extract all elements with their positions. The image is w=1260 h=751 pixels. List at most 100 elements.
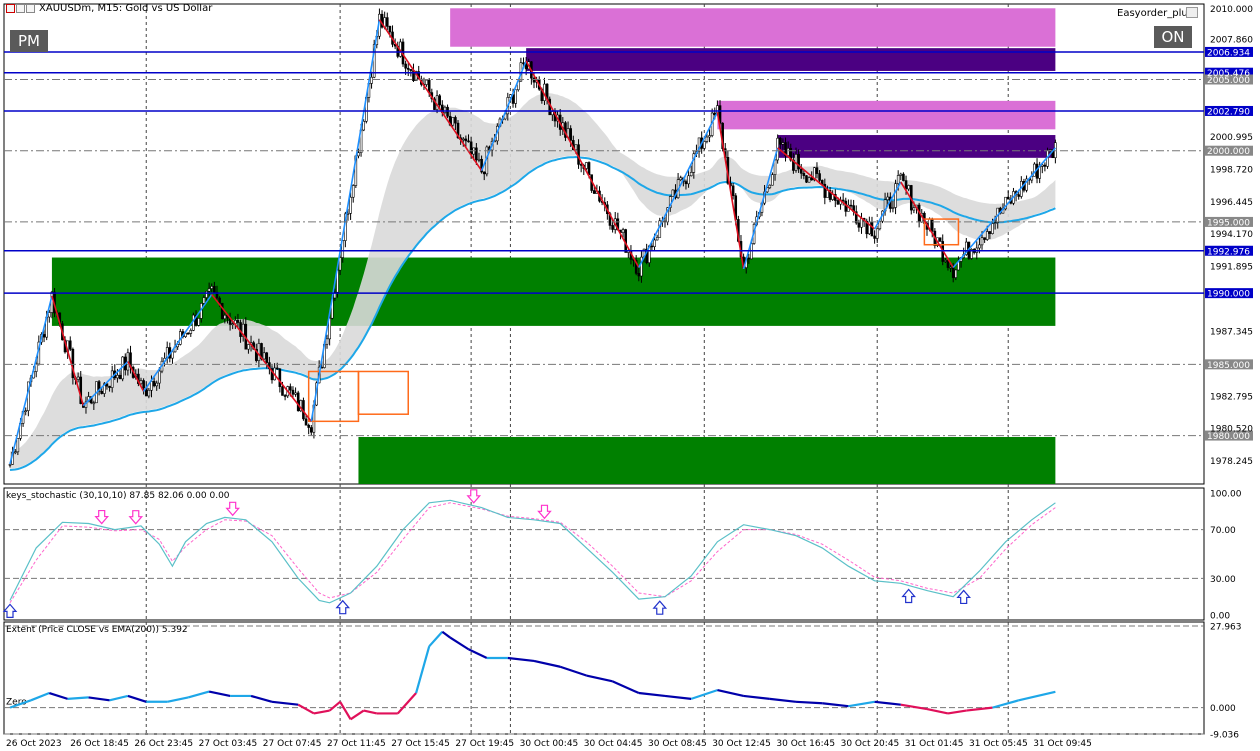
- candle-body: [8, 463, 12, 466]
- stoch-tick-label: 70.00: [1210, 526, 1236, 536]
- candle-body: [954, 269, 958, 278]
- extent-seg-15: [313, 709, 330, 715]
- candle-body: [944, 260, 947, 262]
- candle-body: [805, 175, 808, 183]
- zone-green-5: [358, 436, 1056, 484]
- zone-purple-3: [777, 135, 1056, 158]
- time-tick-label: 31 Oct 01:45: [905, 739, 964, 749]
- candle-body: [388, 26, 392, 33]
- time-tick-label: 26 Oct 23:45: [134, 739, 193, 749]
- time-tick-label: 30 Oct 12:45: [712, 739, 771, 749]
- candle-body: [574, 144, 578, 151]
- candle-body: [951, 266, 955, 278]
- candle-body: [980, 237, 984, 246]
- easyorder-label: Easyorder_plus: [1117, 8, 1193, 19]
- price-axis: [1205, 46, 1253, 441]
- candle-body: [907, 185, 910, 190]
- extent-seg-36: [717, 689, 744, 698]
- extent-seg-34: [664, 694, 692, 700]
- chart-canvas: 2010.0002007.8602006.9342005.4762005.000…: [2, 3, 1253, 749]
- candle-body: [1017, 194, 1021, 197]
- stoch-buy-arrow-2: [652, 600, 668, 615]
- extent-title: Extent (Price CLOSE vs EMA(200)) 5.392: [6, 625, 188, 635]
- candle-body: [205, 291, 208, 298]
- extent-seg-13: [271, 700, 299, 706]
- price-tag-label: 1992.976: [1207, 247, 1250, 257]
- extent-seg-38: [769, 697, 797, 703]
- candle-body: [158, 370, 161, 384]
- candle-body: [362, 120, 366, 131]
- price-tag-label: 1985.000: [1207, 361, 1250, 371]
- candle-body: [891, 207, 895, 209]
- candle-body: [50, 291, 54, 313]
- candle-body: [731, 185, 735, 197]
- candle-body: [983, 237, 986, 240]
- candle-body: [1006, 196, 1010, 200]
- extent-seg-48: [1018, 690, 1056, 702]
- candle-body: [325, 338, 329, 345]
- candle-body: [281, 386, 284, 396]
- price-tick-label: 1996.445: [1210, 198, 1253, 208]
- extent-seg-35: [690, 689, 718, 700]
- candle-body: [841, 199, 845, 202]
- extent-seg-32: [612, 680, 640, 695]
- candle-body: [427, 79, 431, 93]
- window-menu-icon[interactable]: [6, 4, 35, 13]
- candle-body: [289, 386, 292, 391]
- price-tag-label: 1980.000: [1207, 432, 1250, 442]
- symbol-title-area: XAUUSDm, M15: Gold vs US Dollar: [6, 3, 212, 14]
- candle-body: [896, 175, 900, 184]
- candle-body: [150, 381, 153, 391]
- candle-body: [152, 381, 156, 387]
- stoch-tick-label: 30.00: [1210, 575, 1236, 585]
- candle-body: [446, 106, 449, 117]
- candle-body: [569, 128, 572, 141]
- candle-body: [425, 79, 428, 85]
- candle-body: [155, 382, 159, 387]
- extent-seg-9: [187, 690, 210, 699]
- on-button[interactable]: ON: [1154, 26, 1192, 48]
- extent-seg-41: [848, 700, 875, 708]
- extent-seg-24: [441, 630, 451, 639]
- candle-body: [231, 323, 234, 325]
- candle-body: [294, 392, 297, 395]
- candle-body: [849, 204, 853, 207]
- candle-body: [912, 207, 916, 211]
- candle-body: [68, 340, 72, 350]
- candle-body: [116, 375, 119, 379]
- candle-body: [92, 402, 96, 405]
- candle-body: [469, 141, 473, 155]
- candle-body: [443, 106, 447, 113]
- easyorder-settings-icon[interactable]: [1186, 7, 1198, 18]
- candle-body: [705, 136, 709, 142]
- candle-body: [409, 69, 413, 71]
- candle-body: [978, 244, 981, 249]
- extent-seg-4: [88, 696, 110, 702]
- extent-tick-label: -9.036: [1210, 731, 1239, 741]
- time-tick-label: 27 Oct 03:45: [199, 739, 258, 749]
- candle-body: [304, 418, 308, 426]
- candle-body: [202, 297, 206, 304]
- extent-seg-29: [533, 659, 561, 668]
- candle-body: [213, 286, 216, 293]
- extent-seg-18: [349, 709, 365, 721]
- time-tick-label: 31 Oct 09:45: [1033, 739, 1092, 749]
- candle-body: [16, 438, 20, 453]
- extent-seg-43: [900, 703, 928, 711]
- time-tick-label: 30 Oct 00:45: [520, 739, 579, 749]
- candle-body: [689, 172, 693, 177]
- stoch-sell-arrow-0: [94, 509, 110, 525]
- candle-body: [451, 117, 455, 126]
- candle-body: [1033, 163, 1036, 177]
- price-tag-label: 2006.934: [1207, 48, 1250, 58]
- extent-seg-19: [363, 709, 378, 715]
- time-tick-label: 26 Oct 2023: [6, 739, 62, 749]
- candle-body: [902, 173, 905, 181]
- candle-body: [799, 168, 803, 174]
- pm-button[interactable]: PM: [10, 30, 48, 52]
- candle-body: [938, 237, 942, 242]
- candle-body: [13, 451, 17, 454]
- candle-body: [349, 196, 352, 214]
- candle-body: [296, 392, 300, 412]
- candle-body: [875, 228, 879, 239]
